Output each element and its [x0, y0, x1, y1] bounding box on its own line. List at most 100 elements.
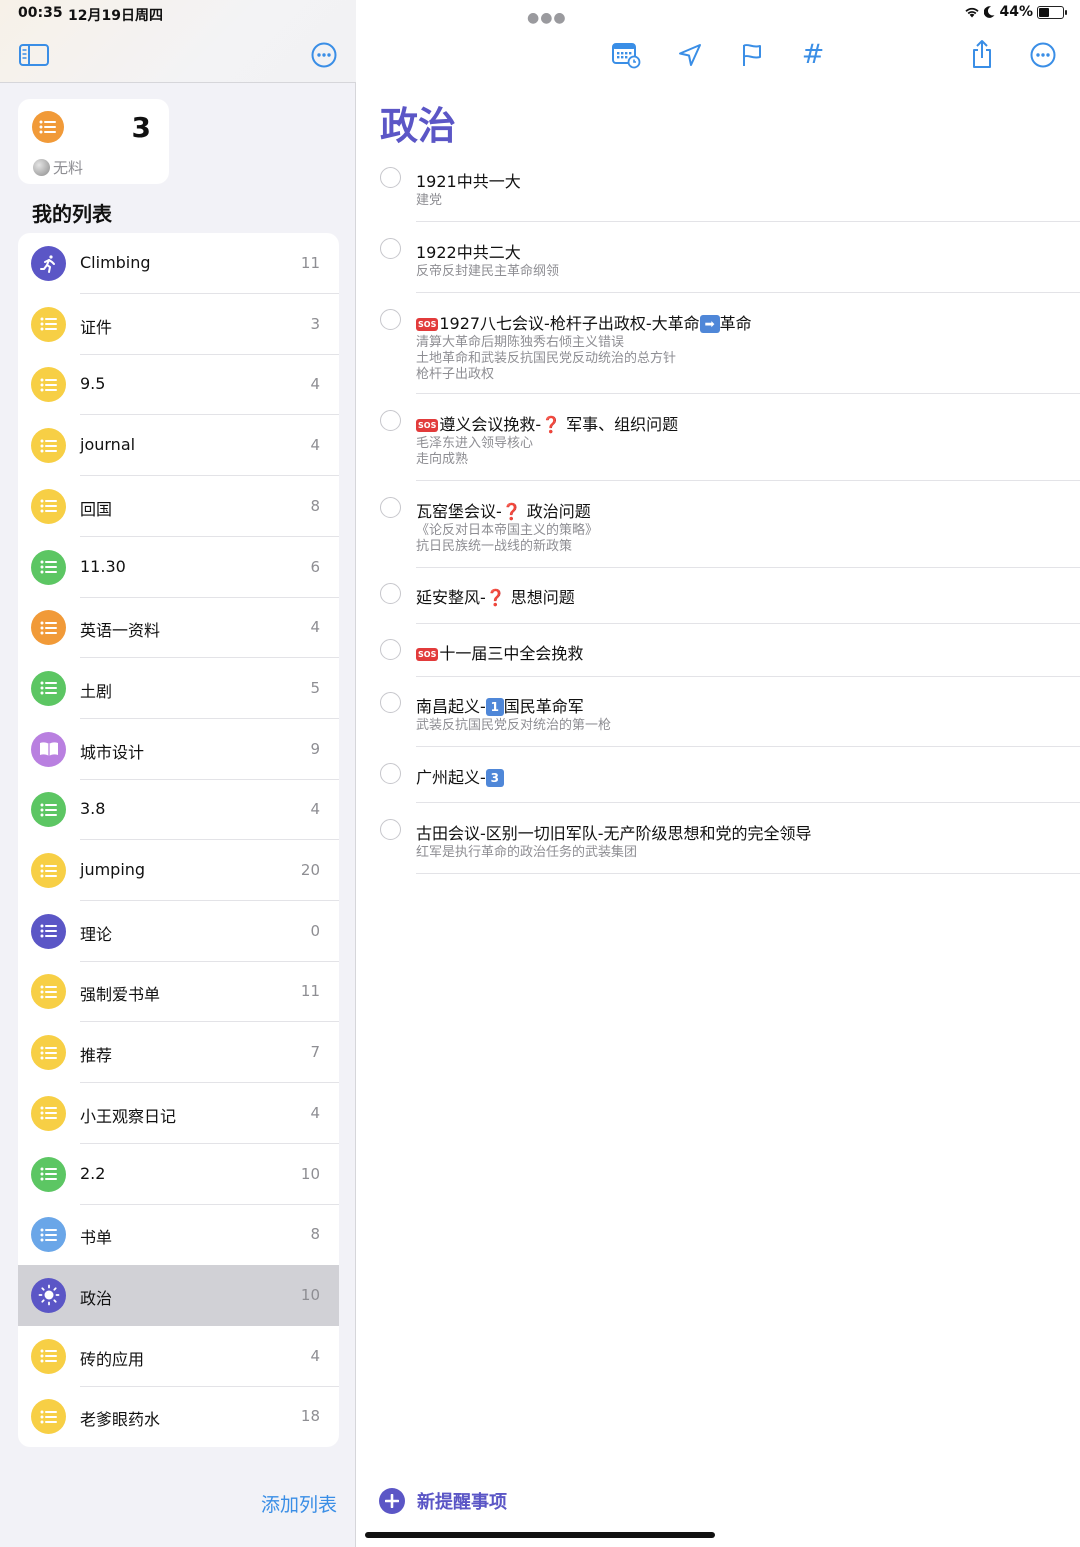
reminder-title[interactable]: SOS 1927八七会议-枪杆子出政权-大革命 ➡ 革命: [416, 310, 752, 334]
reminder-title[interactable]: 1922中共二大: [416, 239, 521, 263]
completion-circle[interactable]: [380, 819, 401, 840]
list-name: 证件: [80, 317, 113, 337]
completion-circle[interactable]: [380, 238, 401, 259]
reminder-title[interactable]: 延安整风-❓ 思想问题: [416, 584, 575, 608]
number-keycap-icon: 1: [485, 698, 504, 716]
reminder-title[interactable]: 南昌起义- 1 国民革命军: [416, 693, 584, 717]
list-icon: [31, 1217, 66, 1253]
reminder-note: 武装反抗国民党反对统治的第一枪: [416, 718, 612, 733]
list-count: 10: [300, 1164, 320, 1183]
list-name: 理论: [80, 924, 113, 944]
sidebar-list-item[interactable]: 证件 3: [18, 294, 339, 355]
sidebar-list-item[interactable]: 政治 10: [18, 1264, 339, 1326]
sidebar-list-item[interactable]: 书单 8: [18, 1204, 339, 1265]
reminder-title[interactable]: SOS 遵义会议挽救-❓ 军事、组织问题: [416, 411, 678, 435]
multitasking-dots-icon[interactable]: ●●●: [527, 10, 567, 26]
status-date: 12月19日周四: [68, 8, 163, 24]
sidebar-list-item[interactable]: 回国 8: [18, 476, 339, 537]
separator: [416, 292, 1080, 293]
more-options-icon[interactable]: [310, 41, 338, 69]
list-icon: [31, 1156, 66, 1192]
list-icon: [31, 853, 66, 888]
new-reminder-button[interactable]: 新提醒事项: [379, 1488, 507, 1514]
list-count: 20: [300, 861, 320, 879]
separator: [416, 873, 1080, 874]
smart-list-card[interactable]: 3 无料: [18, 99, 169, 184]
smart-list-count: 3: [131, 111, 151, 144]
calendar-icon[interactable]: [610, 41, 642, 69]
moon-icon: [984, 6, 995, 18]
reminder-title-text: 军事、组织问题: [566, 415, 679, 434]
list-name: 2.2: [80, 1163, 106, 1183]
more-options-icon[interactable]: [1029, 41, 1057, 69]
reminder-title[interactable]: 古田会议-区别一切旧军队-无产阶级思想和党的完全领导: [416, 820, 812, 844]
reminder-title[interactable]: 广州起义- 3: [416, 764, 504, 788]
sidebar-list-item[interactable]: 老爹眼药水 18: [18, 1386, 339, 1447]
list-count: 3: [310, 314, 320, 333]
share-icon[interactable]: [968, 39, 996, 69]
sidebar-list-item[interactable]: 9.5 4: [18, 354, 339, 416]
completion-circle[interactable]: [380, 309, 401, 330]
reminder-title[interactable]: 瓦窑堡会议-❓ 政治问题: [416, 498, 591, 522]
reminder-title-text: 政治问题: [526, 502, 591, 521]
list-icon: [31, 428, 66, 464]
completion-circle[interactable]: [380, 639, 401, 660]
sidebar-list-item[interactable]: 3.8 4: [18, 779, 339, 841]
list-count: 7: [310, 1043, 320, 1062]
sidebar-list-item[interactable]: 理论 0: [18, 901, 339, 962]
completion-circle[interactable]: [380, 410, 401, 431]
separator: [416, 393, 1080, 394]
reminder-title-text: 南昌起义-: [416, 697, 486, 716]
sidebar-list-item[interactable]: 11.30 6: [18, 537, 339, 598]
list-name: 城市设计: [80, 742, 145, 762]
list-icon: [31, 549, 66, 585]
home-indicator[interactable]: [365, 1532, 715, 1538]
list-icon: [32, 111, 64, 143]
list-count: 0: [310, 921, 320, 940]
sos-icon: SOS: [416, 419, 439, 432]
sidebar: 00:35 12月19日周四 3 无料 我的列表 Climbing 11 证件 3 9.…: [0, 0, 356, 1547]
list-name: 砖的应用: [80, 1349, 145, 1369]
list-name: 土剧: [80, 681, 113, 701]
separator: [416, 623, 1080, 624]
sidebar-list-item[interactable]: 土剧 5: [18, 658, 339, 719]
list-icon: [31, 1035, 66, 1071]
reminder-note: 《论反对日本帝国主义的策略》: [416, 523, 599, 538]
battery-percent: 44%: [999, 4, 1033, 20]
reminder-title-text: 1927八七会议-枪杆子出政权-大革命: [439, 314, 700, 333]
completion-circle[interactable]: [380, 692, 401, 713]
sidebar-list-item[interactable]: 强制爱书单 11: [18, 961, 339, 1023]
sidebar-list-item[interactable]: Climbing 11: [18, 233, 339, 294]
completion-circle[interactable]: [380, 497, 401, 518]
completion-circle[interactable]: [380, 763, 401, 784]
list-count: 11: [300, 254, 320, 272]
reminder-title[interactable]: SOS 十一届三中全会挽救: [416, 640, 583, 664]
sidebar-list-item[interactable]: 推荐 7: [18, 1022, 339, 1084]
reminder-title-text: 广州起义-: [416, 768, 486, 787]
sidebar-list-item[interactable]: journal 4: [18, 415, 339, 477]
sidebar-list-item[interactable]: jumping 20: [18, 840, 339, 901]
list-count: 4: [310, 618, 320, 637]
add-list-button[interactable]: 添加列表: [261, 1490, 337, 1517]
sidebar-list-item[interactable]: 城市设计 9: [18, 719, 339, 780]
completion-circle[interactable]: [380, 167, 401, 188]
reminder-title-text: 遵义会议挽救-: [439, 415, 542, 434]
list-count: 11: [300, 982, 320, 1001]
sidebar-list-item[interactable]: 小王观察日记 4: [18, 1083, 339, 1144]
location-icon[interactable]: [676, 41, 704, 69]
list-icon: [31, 367, 66, 403]
reminder-title[interactable]: 1921中共一大: [416, 168, 521, 192]
sidebar-toggle-icon[interactable]: [18, 41, 50, 69]
question-mark-icon: ❓: [501, 502, 522, 521]
sidebar-list-item[interactable]: 2.2 10: [18, 1144, 339, 1205]
sidebar-list-item[interactable]: 砖的应用 4: [18, 1326, 339, 1387]
flag-icon[interactable]: [738, 41, 766, 69]
hashtag-icon[interactable]: #: [798, 39, 828, 70]
reminder-title-text: 1921中共一大: [416, 172, 521, 191]
list-count: 4: [310, 1346, 320, 1365]
completion-circle[interactable]: [380, 583, 401, 604]
battery-icon: [1037, 5, 1067, 19]
reminder-title-text: 1922中共二大: [416, 243, 521, 262]
my-lists: Climbing 11 证件 3 9.5 4 journal 4 回国 8 11.30 6 英语一资料 4…: [18, 233, 339, 1447]
sidebar-list-item[interactable]: 英语一资料 4: [18, 597, 339, 659]
